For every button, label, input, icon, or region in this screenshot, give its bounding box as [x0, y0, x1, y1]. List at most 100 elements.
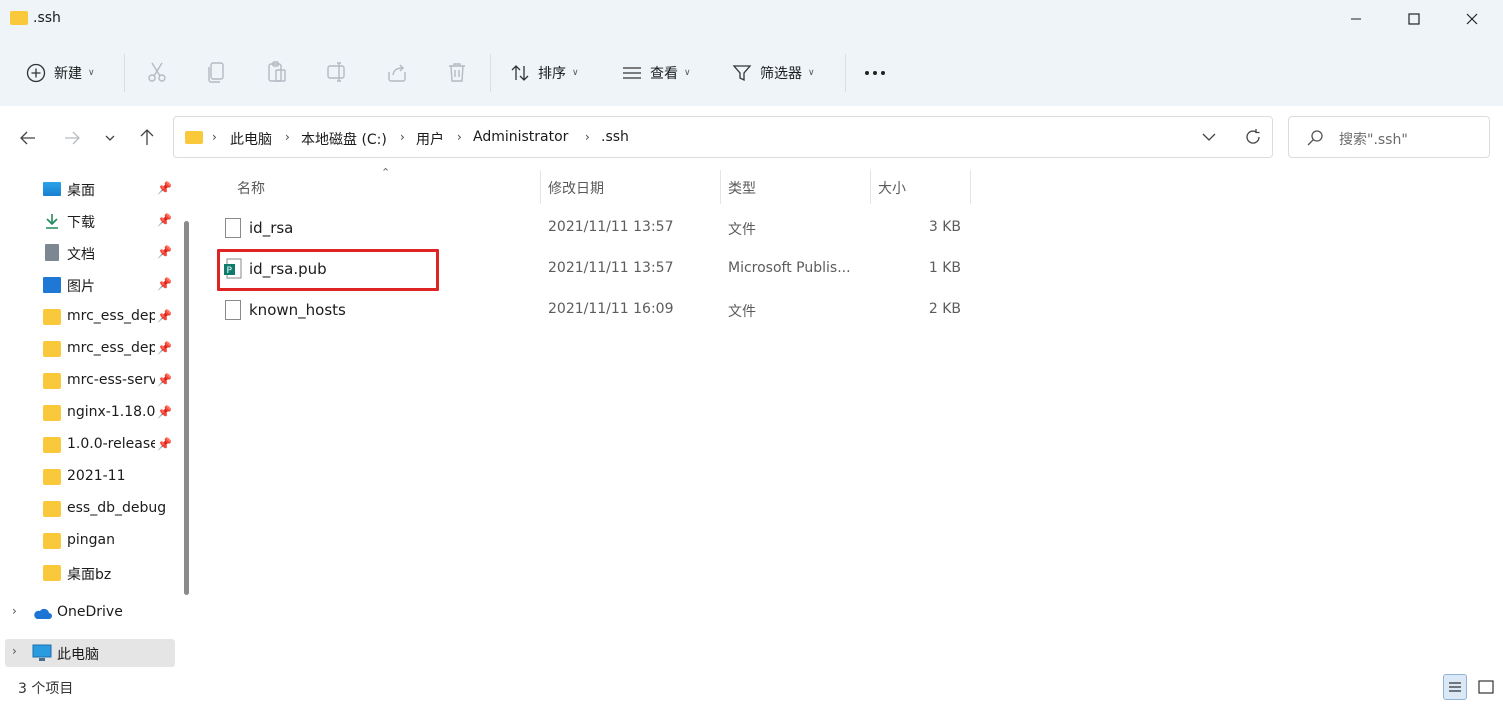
- sort-label: 排序: [538, 66, 566, 82]
- sidebar-item-label: 下载: [67, 215, 95, 231]
- cut-icon[interactable]: [145, 60, 169, 84]
- breadcrumb-users[interactable]: 用户: [416, 129, 444, 149]
- sidebar-item-folder[interactable]: pingan: [0, 526, 175, 556]
- rename-icon[interactable]: [325, 60, 349, 84]
- sidebar-item-downloads[interactable]: 下载 📌: [0, 206, 175, 236]
- sidebar-item-desktop[interactable]: 桌面 📌: [0, 174, 175, 204]
- folder-icon: [43, 373, 61, 389]
- close-button[interactable]: [1443, 0, 1501, 38]
- sidebar-item-folder[interactable]: mrc_ess_dep 📌: [0, 302, 175, 332]
- breadcrumb-local-disk[interactable]: 本地磁盘 (C:): [301, 129, 387, 149]
- sidebar-item-folder[interactable]: mrc_ess_dep 📌: [0, 334, 175, 364]
- breadcrumb-separator: ›: [212, 130, 217, 144]
- pin-icon[interactable]: 📌: [157, 213, 172, 227]
- folder-icon: [43, 501, 61, 517]
- copy-icon[interactable]: [205, 60, 229, 84]
- delete-icon[interactable]: [445, 60, 469, 84]
- up-arrow-icon[interactable]: [137, 127, 157, 147]
- column-header-size[interactable]: 大小: [878, 178, 906, 198]
- sort-ascending-icon: ⌃: [381, 166, 391, 179]
- maximize-button[interactable]: [1385, 0, 1443, 38]
- expand-chevron-icon[interactable]: ›: [12, 604, 17, 618]
- breadcrumb-separator: ›: [400, 130, 405, 144]
- breadcrumb-administrator[interactable]: Administrator: [473, 129, 568, 145]
- sidebar-item-label: 桌面bz: [67, 567, 112, 583]
- sidebar-item-label: 1.0.0-release: [67, 436, 155, 452]
- address-bar[interactable]: › 此电脑 › 本地磁盘 (C:) › 用户 › Administrator ›…: [173, 116, 1273, 158]
- column-header-type[interactable]: 类型: [728, 178, 756, 198]
- file-row[interactable]: known_hosts 2021/11/11 16:09 文件 2 KB: [215, 291, 975, 331]
- filter-button[interactable]: 筛选器 ∨: [732, 56, 815, 90]
- sidebar-item-onedrive[interactable]: › OneDrive: [0, 598, 175, 628]
- share-icon[interactable]: [385, 60, 409, 84]
- chevron-down-icon: ∨: [572, 68, 579, 78]
- pin-icon[interactable]: 📌: [157, 341, 172, 355]
- pin-icon[interactable]: 📌: [157, 245, 172, 259]
- view-label: 查看: [650, 66, 678, 82]
- new-button[interactable]: 新建 ∨: [26, 56, 95, 90]
- column-divider[interactable]: [540, 170, 541, 204]
- minimize-icon: [1351, 18, 1361, 20]
- minimize-button[interactable]: [1327, 0, 1385, 38]
- more-button[interactable]: [863, 56, 889, 90]
- sort-button[interactable]: 排序 ∨: [510, 56, 579, 90]
- file-name: known_hosts: [249, 301, 346, 319]
- file-row[interactable]: id_rsa 2021/11/11 13:57 文件 3 KB: [215, 209, 975, 249]
- column-divider[interactable]: [970, 170, 971, 204]
- paste-icon[interactable]: [265, 60, 289, 84]
- folder-icon: [43, 405, 61, 421]
- refresh-icon[interactable]: [1243, 127, 1263, 147]
- sidebar-item-folder[interactable]: nginx-1.18.0 📌: [0, 398, 175, 428]
- folder-icon: [43, 437, 61, 453]
- details-view-button[interactable]: [1443, 674, 1467, 700]
- forward-arrow-icon[interactable]: [62, 128, 82, 148]
- plus-circle-icon: [26, 63, 46, 83]
- tiles-view-button[interactable]: [1474, 674, 1498, 700]
- more-icon: [865, 71, 885, 75]
- folder-icon: [43, 341, 61, 357]
- tiles-view-icon: [1478, 680, 1494, 694]
- breadcrumb-ssh[interactable]: .ssh: [601, 129, 629, 145]
- chevron-down-icon: ∨: [684, 68, 691, 78]
- filter-label: 筛选器: [760, 66, 802, 82]
- pin-icon[interactable]: 📌: [157, 181, 172, 195]
- back-arrow-icon[interactable]: [18, 128, 38, 148]
- address-dropdown-chevron-icon[interactable]: [1201, 130, 1217, 144]
- pin-icon[interactable]: 📌: [157, 373, 172, 387]
- expand-chevron-icon[interactable]: ›: [12, 644, 17, 658]
- recent-locations-chevron-icon[interactable]: [103, 131, 117, 145]
- title-bar: [0, 0, 1503, 38]
- file-name: id_rsa: [249, 219, 294, 237]
- file-type: 文件: [728, 304, 756, 320]
- pin-icon[interactable]: 📌: [157, 277, 172, 291]
- sidebar-item-folder[interactable]: mrc-ess-serv 📌: [0, 366, 175, 396]
- sidebar-item-this-pc[interactable]: › 此电脑: [5, 639, 175, 667]
- search-box[interactable]: 搜索".ssh": [1288, 116, 1490, 158]
- sidebar-item-folder[interactable]: 2021-11: [0, 462, 175, 492]
- pin-icon[interactable]: 📌: [157, 405, 172, 419]
- chevron-down-icon: ∨: [808, 68, 815, 78]
- desktop-icon: [43, 182, 61, 196]
- column-header-date[interactable]: 修改日期: [548, 178, 604, 198]
- sidebar-item-documents[interactable]: 文档 📌: [0, 238, 175, 268]
- view-button[interactable]: 查看 ∨: [622, 56, 691, 90]
- pin-icon[interactable]: 📌: [157, 437, 172, 451]
- sidebar-item-folder[interactable]: ess_db_debug: [0, 494, 175, 524]
- maximize-icon: [1408, 13, 1420, 25]
- sidebar-item-folder[interactable]: 桌面bz: [0, 558, 175, 588]
- column-divider[interactable]: [870, 170, 871, 204]
- pin-icon[interactable]: 📌: [157, 309, 172, 323]
- file-icon: [225, 218, 241, 238]
- search-input[interactable]: 搜索".ssh": [1339, 129, 1408, 149]
- folder-icon: [185, 131, 203, 144]
- sidebar-scrollbar[interactable]: [184, 221, 189, 595]
- sidebar-item-pictures[interactable]: 图片 📌: [0, 270, 175, 300]
- sidebar-item-folder[interactable]: 1.0.0-release 📌: [0, 430, 175, 460]
- column-divider[interactable]: [720, 170, 721, 204]
- breadcrumb-this-pc[interactable]: 此电脑: [230, 129, 272, 149]
- folder-icon: [43, 565, 61, 581]
- sidebar-item-label: 图片: [67, 279, 95, 295]
- close-icon: [1466, 13, 1478, 25]
- highlight-box: [217, 249, 439, 291]
- column-header-name[interactable]: 名称: [237, 178, 265, 198]
